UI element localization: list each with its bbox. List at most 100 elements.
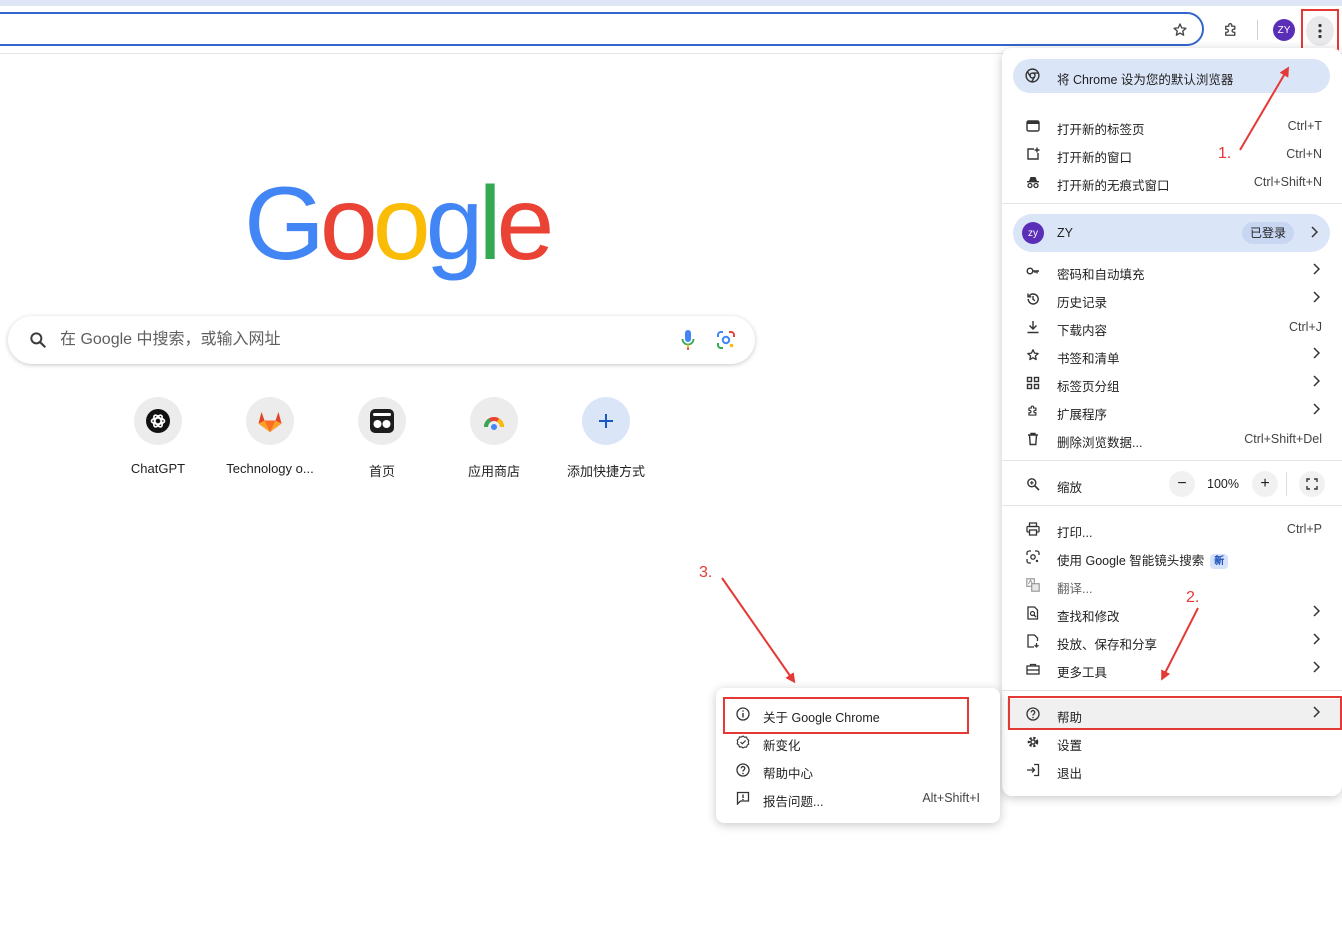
chevron-right-icon [1312, 605, 1321, 620]
menu-item-print[interactable]: 打印... Ctrl+P [1002, 515, 1342, 543]
search-icon [28, 330, 48, 355]
menu-item-downloads[interactable]: 下载内容 Ctrl+J [1002, 313, 1342, 341]
chevron-right-icon [1312, 375, 1321, 390]
submenu-item-help-center[interactable]: 帮助中心 [716, 756, 1000, 784]
zoom-separator [1286, 472, 1287, 496]
zoom-in-button[interactable]: + [1252, 471, 1278, 497]
signed-in-badge: 已登录 [1242, 222, 1295, 244]
menu-item-label: 打开新的窗口 [1057, 151, 1133, 165]
menu-item-history[interactable]: 历史记录 [1002, 285, 1342, 313]
menu-item-extensions[interactable]: 扩展程序 [1002, 397, 1342, 425]
set-default-browser-button[interactable]: 将 Chrome 设为您的默认浏览器 [1013, 59, 1330, 93]
chevron-right-icon [1312, 403, 1321, 418]
menu-item-find-edit[interactable]: 查找和修改 [1002, 599, 1342, 627]
home-app-icon [358, 397, 406, 445]
shortcut-home[interactable]: 首页 [326, 397, 438, 480]
logo-letter: l [478, 166, 501, 282]
menu-item-shortcut: Ctrl+N [1286, 147, 1322, 161]
menu-item-label: 标签页分组 [1057, 380, 1120, 394]
chevron-right-icon [1312, 263, 1321, 278]
submenu-item-report[interactable]: 报告问题... Alt+Shift+I [716, 784, 1000, 812]
default-banner-text: 将 Chrome 设为您的默认浏览器 [1057, 73, 1234, 87]
menu-item-tab-groups[interactable]: 标签页分组 [1002, 369, 1342, 397]
extensions-icon[interactable] [1218, 16, 1244, 44]
menu-item-label: 查找和修改 [1057, 610, 1120, 624]
exit-icon [1026, 763, 1040, 777]
logo-letter: G [244, 166, 325, 282]
submenu-item-label: 新变化 [763, 739, 801, 753]
chrome-logo-icon [1025, 68, 1040, 88]
menu-item-lens[interactable]: 使用 Google 智能镜头搜索新 [1002, 543, 1342, 571]
zoom-level: 100% [1207, 477, 1239, 491]
menu-item-label: 使用 Google 智能镜头搜索新 [1057, 550, 1229, 569]
menu-item-exit[interactable]: 退出 [1002, 756, 1342, 784]
help-icon [736, 763, 750, 777]
logo-letter: o [319, 166, 378, 282]
submenu-item-shortcut: Alt+Shift+I [922, 791, 980, 805]
menu-item-cast-save[interactable]: 投放、保存和分享 [1002, 627, 1342, 655]
trash-icon [1026, 432, 1040, 446]
menu-item-label: 删除浏览数据... [1057, 436, 1143, 450]
menu-item-clear-data[interactable]: 删除浏览数据... Ctrl+Shift+Del [1002, 425, 1342, 453]
menu-item-label: 翻译... [1057, 582, 1093, 596]
menu-divider [1002, 203, 1342, 204]
profile-avatar[interactable]: ZY [1273, 19, 1295, 41]
menu-item-new-tab[interactable]: 打开新的标签页 Ctrl+T [1002, 112, 1342, 140]
menu-item-translate[interactable]: 翻译... [1002, 571, 1342, 599]
cast-save-icon [1026, 634, 1040, 648]
shortcut-chatgpt[interactable]: ChatGPT [102, 397, 214, 476]
menu-item-passwords[interactable]: 密码和自动填充 [1002, 257, 1342, 285]
shortcut-label: 添加快捷方式 [566, 464, 645, 479]
incognito-icon [1026, 175, 1040, 189]
fullscreen-icon[interactable] [1299, 471, 1325, 497]
menu-item-label: 打开新的无痕式窗口 [1057, 179, 1170, 193]
menu-item-settings[interactable]: 设置 [1002, 728, 1342, 756]
annotation-arrow-3 [721, 577, 796, 684]
ntp-search-box[interactable] [8, 316, 755, 364]
new-tab-icon [1026, 119, 1040, 133]
menu-item-bookmarks[interactable]: 书签和清单 [1002, 341, 1342, 369]
grid-icon [1026, 376, 1040, 390]
address-bar[interactable] [0, 12, 1204, 46]
translate-icon [1026, 578, 1040, 592]
microphone-icon[interactable] [680, 329, 696, 356]
logo-letter: o [372, 166, 431, 282]
menu-item-label: 历史记录 [1057, 296, 1108, 310]
star-icon[interactable] [1168, 16, 1192, 44]
star-icon [1026, 348, 1040, 362]
lens-label-text: 使用 Google 智能镜头搜索 [1057, 554, 1205, 568]
zoom-out-button[interactable]: − [1169, 471, 1195, 497]
gitlab-icon [246, 397, 294, 445]
google-lens-icon [1026, 550, 1040, 564]
menu-item-shortcut: Ctrl+J [1289, 320, 1322, 334]
shortcut-add[interactable]: 添加快捷方式 [550, 397, 662, 480]
menu-item-label: 退出 [1057, 767, 1083, 781]
chevron-right-icon [1312, 661, 1321, 676]
annotation-step-3: 3. [699, 564, 713, 581]
menu-profile-row[interactable]: zy ZY 已登录 [1013, 214, 1330, 252]
shortcut-label: ChatGPT [130, 461, 186, 476]
menu-item-more-tools[interactable]: 更多工具 [1002, 655, 1342, 683]
chevron-right-icon [1312, 291, 1321, 306]
search-input[interactable] [60, 328, 640, 352]
menu-item-incognito[interactable]: 打开新的无痕式窗口 Ctrl+Shift+N [1002, 168, 1342, 196]
shortcut-webstore[interactable]: 应用商店 [438, 397, 550, 480]
menu-item-new-window[interactable]: 打开新的窗口 Ctrl+N [1002, 140, 1342, 168]
extensions-icon [1026, 404, 1040, 418]
annotation-box-about [723, 697, 969, 734]
submenu-item-label: 报告问题... [763, 795, 824, 809]
menu-item-label: 扩展程序 [1057, 408, 1108, 422]
menu-item-label: 更多工具 [1057, 666, 1108, 680]
menu-divider [1002, 505, 1342, 506]
menu-item-label: 下载内容 [1057, 324, 1108, 338]
menu-item-label: 打印... [1057, 526, 1093, 540]
menu-item-shortcut: Ctrl+Shift+N [1253, 175, 1322, 189]
chevron-right-icon [1312, 347, 1321, 362]
chevron-right-icon [1312, 633, 1321, 648]
toolbox-icon [1026, 662, 1040, 676]
plus-icon [582, 397, 630, 445]
chevron-right-icon [1310, 225, 1319, 243]
google-lens-icon[interactable] [716, 330, 736, 355]
shortcut-label: 应用商店 [467, 464, 520, 479]
shortcut-technology[interactable]: Technology o... [214, 397, 326, 476]
